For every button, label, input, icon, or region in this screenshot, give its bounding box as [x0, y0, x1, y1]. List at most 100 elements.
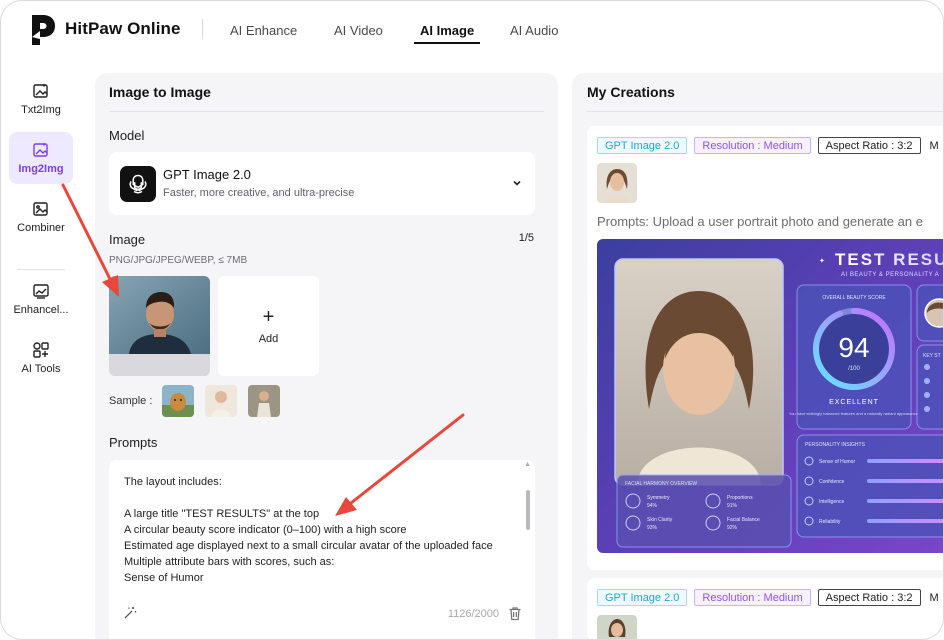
sample-image-1[interactable]	[162, 385, 194, 417]
nav-ai-enhance[interactable]: AI Enhance	[230, 1, 297, 59]
insight-name: Reliability	[819, 519, 841, 525]
aspect-ratio-tag: Aspect Ratio : 3:2	[817, 589, 921, 606]
app-window: HitPaw Online AI Enhance AI Video AI Ima…	[0, 0, 944, 640]
sidebar-item-label: Enhancel...	[13, 304, 69, 316]
sidebar-item-label: Combiner	[17, 222, 65, 234]
panel-divider	[109, 111, 544, 112]
portrait-photo	[109, 276, 210, 376]
result-title: TEST RESU	[835, 250, 944, 269]
facial-stat-name: Symmetry	[647, 495, 670, 501]
prompt-textarea[interactable]: The layout includes: A large title "TEST…	[109, 460, 535, 639]
insight-name: Sense of Humor	[819, 459, 855, 465]
brand-name[interactable]: HitPaw Online	[65, 19, 181, 39]
extra-tag: M	[927, 589, 941, 606]
magic-wand-icon[interactable]	[123, 606, 137, 620]
creation-card[interactable]: GPT Image 2.0 Resolution : Medium Aspect…	[587, 126, 944, 570]
insights-label: PERSONALITY INSIGHTS	[805, 442, 866, 448]
facial-stat-value: 91%	[727, 503, 738, 509]
add-image-button[interactable]: + Add	[218, 276, 319, 376]
combiner-icon	[33, 202, 48, 216]
sparkle-icon: ✦	[819, 257, 825, 265]
insight-name: Intelligence	[819, 499, 845, 505]
creation-prompt: Prompts: Upload a user portrait photo an…	[597, 214, 923, 229]
add-label: Add	[258, 333, 279, 345]
image-to-image-icon	[33, 142, 48, 157]
nav-ai-audio[interactable]: AI Audio	[510, 1, 558, 59]
sidebar-item-ai-tools[interactable]: AI Tools	[9, 332, 73, 384]
image-label: Image	[109, 232, 146, 247]
image-counter: 1/5	[518, 232, 534, 244]
facial-harmony-label: FACIAL HARMONY OVERVIEW	[625, 481, 697, 487]
chevron-down-icon[interactable]	[511, 177, 523, 189]
sidebar-item-txt2img[interactable]: Txt2Img	[9, 73, 73, 125]
insight-bar-fill	[867, 459, 943, 463]
top-header: HitPaw Online AI Enhance AI Video AI Ima…	[1, 1, 943, 59]
resolution-tag: Resolution : Medium	[694, 137, 811, 154]
facial-stat-name: Proportions	[727, 495, 753, 501]
model-tag: GPT Image 2.0	[597, 137, 688, 154]
facial-stat-value: 92%	[727, 525, 738, 531]
creations-divider	[587, 111, 943, 112]
creation-tags: GPT Image 2.0 Resolution : Medium Aspect…	[597, 137, 941, 154]
panel-title: Image to Image	[109, 84, 211, 100]
openai-icon	[120, 166, 156, 202]
beauty-rating: EXCELLENT	[829, 399, 879, 406]
facial-stat-value: 94%	[647, 503, 658, 509]
model-description: Faster, more creative, and ultra-precise	[163, 187, 355, 199]
aspect-ratio-tag: Aspect Ratio : 3:2	[817, 137, 921, 154]
creation-tags: GPT Image 2.0 Resolution : Medium Aspect…	[597, 589, 941, 606]
trash-icon[interactable]	[508, 606, 522, 621]
insight-name: Confidence	[819, 479, 845, 485]
sidebar-item-label: AI Tools	[21, 363, 61, 375]
image-formats-hint: PNG/JPG/JPEG/WEBP, ≤ 7MB	[109, 255, 248, 266]
sidebar: Txt2Img Img2Img Combiner Enhancel... AI …	[1, 59, 81, 639]
model-label: Model	[109, 128, 145, 143]
text-to-image-icon	[33, 83, 48, 98]
beauty-rating-note: You have strikingly balanced features an…	[789, 411, 919, 416]
extra-tag: M	[927, 137, 941, 154]
plus-icon: +	[262, 306, 275, 328]
model-select[interactable]: GPT Image 2.0 Faster, more creative, and…	[109, 152, 535, 215]
key-stats-label: KEY ST	[923, 353, 941, 359]
sidebar-item-combiner[interactable]: Combiner	[9, 191, 73, 243]
insight-bar-fill	[867, 479, 943, 483]
beauty-score: 94	[838, 332, 869, 363]
beauty-score-max: /100	[848, 366, 860, 372]
facial-stat-value: 93%	[647, 525, 658, 531]
my-creations-panel: My Creations GPT Image 2.0 Resolution : …	[572, 73, 944, 639]
hitpaw-logo-icon[interactable]	[29, 13, 57, 47]
sidebar-item-img2img[interactable]: Img2Img	[9, 132, 73, 184]
creation-card[interactable]: GPT Image 2.0 Resolution : Medium Aspect…	[587, 578, 943, 639]
sample-image-3[interactable]	[248, 385, 280, 417]
resolution-tag: Resolution : Medium	[694, 589, 811, 606]
prompt-scrollbar[interactable]	[526, 490, 530, 530]
creation-source-thumbnail[interactable]	[597, 615, 637, 639]
test-results-infographic: FACIAL HARMONY OVERVIEW Symmetry 94% Pro…	[614, 250, 944, 548]
model-name: GPT Image 2.0	[163, 167, 251, 182]
scroll-up-icon[interactable]: ▲	[524, 461, 531, 468]
header-divider	[202, 19, 203, 39]
model-tag: GPT Image 2.0	[597, 589, 688, 606]
sidebar-item-label: Img2Img	[18, 163, 64, 175]
character-count: 1126/2000	[447, 608, 499, 620]
image-to-image-panel: Image to Image Model GPT Image 2.0 Faste…	[95, 73, 558, 639]
creation-source-thumbnail[interactable]	[597, 163, 637, 203]
result-subtitle: AI BEAUTY & PERSONALITY A	[841, 272, 939, 278]
sidebar-item-enhancer[interactable]: Enhancel...	[9, 273, 73, 325]
nav-ai-video[interactable]: AI Video	[334, 1, 383, 59]
sidebar-item-label: Txt2Img	[21, 104, 61, 116]
creations-title: My Creations	[587, 84, 675, 100]
facial-stat-name: Skin Clarity	[647, 517, 673, 523]
nav-ai-image[interactable]: AI Image	[413, 1, 481, 59]
prompt-text: The layout includes: A large title "TEST…	[124, 476, 493, 584]
beauty-score-label: OVERALL BEAUTY SCORE	[822, 295, 886, 301]
uploaded-image-thumbnail[interactable]	[109, 276, 210, 376]
generated-result-image[interactable]: FACIAL HARMONY OVERVIEW Symmetry 94% Pro…	[597, 239, 944, 553]
enhancer-icon	[33, 284, 49, 299]
insight-bar-fill	[867, 499, 943, 503]
ai-tools-icon	[33, 342, 49, 358]
sample-label: Sample :	[109, 395, 153, 407]
sample-image-2[interactable]	[205, 385, 237, 417]
sidebar-divider	[17, 269, 65, 270]
prompts-label: Prompts	[109, 435, 158, 450]
